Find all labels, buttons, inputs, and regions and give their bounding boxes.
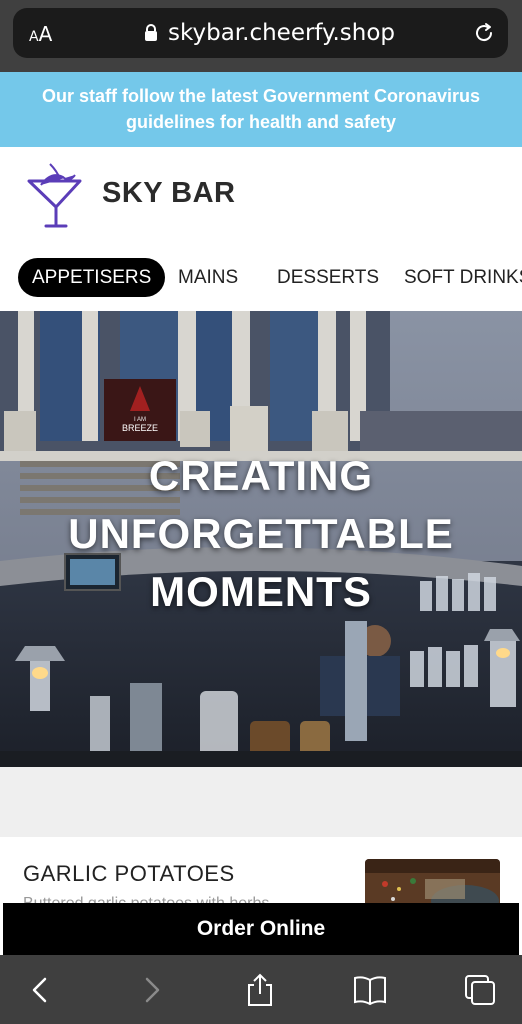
browser-toolbar: AA skybar.cheerfy.shop	[0, 0, 522, 72]
site-header: SKY BAR	[0, 147, 522, 247]
tab-soft-drinks[interactable]: SOFT DRINKS	[404, 258, 522, 297]
tab-appetisers[interactable]: APPETISERS	[18, 258, 166, 297]
martini-logo-icon[interactable]	[27, 161, 82, 231]
brand-name[interactable]: SKY BAR	[102, 177, 236, 210]
text-size-button[interactable]: AA	[29, 22, 52, 46]
bookmarks-icon[interactable]	[353, 973, 387, 1007]
menu-item-name: GARLIC POTATOES	[23, 861, 235, 886]
hero-headline: CREATING UNFORGETTABLE MOMENTS	[68, 452, 454, 615]
tab-desserts[interactable]: DESSERTS	[277, 258, 379, 297]
venue-sign-bottom: BREEZE	[122, 423, 158, 433]
forward-icon[interactable]	[135, 973, 169, 1007]
browser-bottom-toolbar	[0, 955, 522, 1024]
category-tabs: APPETISERS MAINS DESSERTS SOFT DRINKS	[0, 247, 522, 311]
address-bar[interactable]: AA skybar.cheerfy.shop	[13, 8, 508, 58]
tab-mains[interactable]: MAINS	[178, 258, 238, 297]
url-text[interactable]: skybar.cheerfy.shop	[168, 20, 395, 46]
lock-icon	[145, 24, 157, 41]
share-icon[interactable]	[243, 973, 277, 1007]
back-icon[interactable]	[23, 973, 57, 1007]
reload-icon[interactable]	[472, 21, 496, 45]
hero-banner: I AM BREEZE CREATING UNFORGETTABLE MOMEN…	[0, 311, 522, 767]
covid-notice-banner: Our staff follow the latest Government C…	[0, 72, 522, 147]
tabs-icon[interactable]	[463, 973, 497, 1007]
order-online-button[interactable]: Order Online	[3, 903, 519, 955]
